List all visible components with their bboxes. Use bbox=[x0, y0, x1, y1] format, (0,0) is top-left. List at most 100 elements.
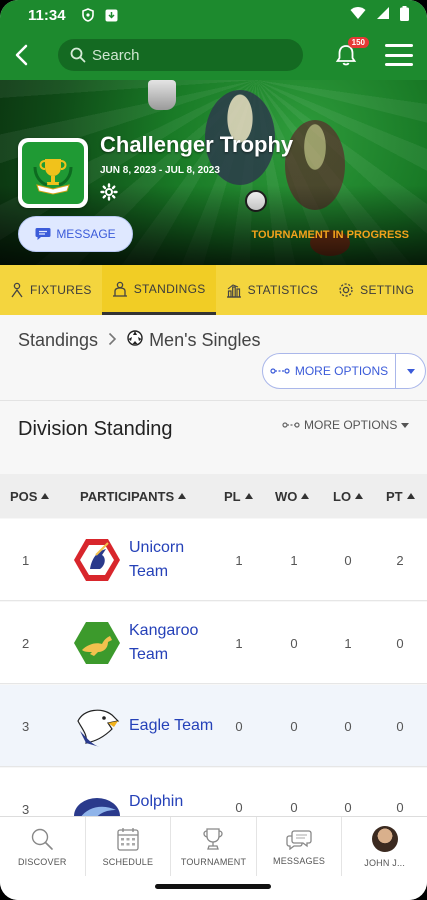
division-more-options-button[interactable]: MORE OPTIONS bbox=[282, 418, 410, 432]
trophy-icon bbox=[203, 827, 224, 850]
tournament-logo-emblem bbox=[22, 142, 84, 204]
chevron-right-icon bbox=[108, 330, 117, 351]
table-row[interactable]: 2 Kangaroo Team 1 0 1 0 bbox=[0, 602, 427, 684]
sort-up-icon bbox=[41, 493, 50, 499]
tournament-title: Challenger Trophy bbox=[100, 132, 294, 157]
sort-up-icon bbox=[301, 493, 310, 499]
nav-profile-label: JOHN J... bbox=[364, 857, 406, 868]
nav-messages-label: MESSAGES bbox=[273, 855, 326, 866]
section-divider bbox=[0, 400, 427, 401]
download-status-icon bbox=[104, 7, 120, 23]
tab-statistics[interactable]: STATISTICS bbox=[216, 265, 329, 315]
menu-line bbox=[385, 63, 413, 66]
tournament-tabs: FIXTURES STANDINGS STATISTICS SETTING bbox=[0, 265, 427, 315]
division-standing-title: Division Standing bbox=[18, 418, 173, 440]
tournament-dates: JUN 8, 2023 - JUL 8, 2023 bbox=[100, 165, 220, 176]
breadcrumb-current: Men's Singles bbox=[149, 330, 261, 350]
tournament-settings-button[interactable] bbox=[100, 183, 118, 201]
participant-cell: Eagle Team bbox=[72, 685, 219, 767]
points-value: 0 bbox=[396, 635, 404, 651]
won-value: 0 bbox=[290, 718, 298, 734]
link-icon bbox=[270, 368, 290, 374]
nav-tournament-label: TOURNAMENT bbox=[180, 856, 247, 867]
system-navigation-area bbox=[0, 876, 427, 900]
gear-icon bbox=[100, 183, 118, 201]
tab-fixtures[interactable]: FIXTURES bbox=[0, 265, 102, 315]
points-value: 2 bbox=[396, 552, 404, 568]
eagle-team-logo bbox=[72, 701, 122, 751]
banner-trophy-image bbox=[148, 80, 176, 110]
unicorn-team-logo bbox=[72, 535, 122, 585]
settings-gear-icon bbox=[339, 283, 353, 297]
avatar bbox=[371, 825, 398, 852]
participant-name-link[interactable]: Dolphin bbox=[129, 790, 219, 810]
back-button[interactable] bbox=[14, 37, 44, 73]
tournament-logo bbox=[18, 138, 88, 208]
nav-tournament[interactable]: TOURNAMENT bbox=[171, 817, 257, 876]
menu-line bbox=[385, 44, 413, 47]
column-header-label: LO bbox=[333, 488, 352, 504]
tab-settings[interactable]: SETTING bbox=[328, 265, 424, 315]
lost-value: 0 bbox=[344, 718, 352, 734]
tennis-ball-icon bbox=[127, 330, 143, 351]
notification-badge: 150 bbox=[347, 37, 369, 48]
caret-down-icon bbox=[406, 368, 415, 374]
column-header-label: WO bbox=[275, 488, 298, 504]
search-input[interactable] bbox=[92, 46, 272, 64]
link-icon bbox=[282, 422, 300, 428]
tournament-status: TOURNAMENT IN PROGRESS bbox=[251, 229, 409, 241]
table-row[interactable]: 1 Unicorn Team 1 1 0 2 bbox=[0, 519, 427, 601]
participant-name-link[interactable]: Kangaroo Team bbox=[129, 619, 219, 667]
home-indicator[interactable] bbox=[155, 884, 271, 889]
shield-status-icon bbox=[80, 7, 96, 23]
column-header-pos[interactable]: POS bbox=[10, 489, 70, 504]
participant-name-link[interactable]: Unicorn Team bbox=[129, 536, 219, 584]
nav-schedule[interactable]: SCHEDULE bbox=[86, 817, 172, 876]
column-header-participants[interactable]: PARTICIPANTS bbox=[80, 489, 210, 504]
column-header-label: POS bbox=[10, 488, 38, 504]
nav-profile[interactable]: JOHN J... bbox=[342, 817, 427, 876]
bottom-navigation: DISCOVER SCHEDULE TOURNAMENT MESSAGES JO… bbox=[0, 816, 427, 876]
column-header-label: PARTICIPANTS bbox=[80, 488, 175, 504]
message-button[interactable]: MESSAGE bbox=[18, 216, 133, 252]
sort-up-icon bbox=[355, 493, 364, 499]
trophy-crest-icon bbox=[33, 159, 73, 195]
won-value: 1 bbox=[290, 552, 298, 568]
sort-up-icon bbox=[178, 493, 187, 499]
played-value: 0 bbox=[235, 718, 243, 734]
nav-messages[interactable]: MESSAGES bbox=[257, 817, 343, 876]
messages-icon bbox=[286, 829, 312, 850]
nav-discover-label: DISCOVER bbox=[17, 856, 67, 867]
message-button-label: MESSAGE bbox=[56, 227, 116, 241]
division-more-options-label: MORE OPTIONS bbox=[304, 418, 398, 432]
participant-cell: Unicorn Team bbox=[72, 519, 219, 601]
column-header-wo[interactable]: WO bbox=[275, 489, 315, 504]
status-bar: 11:34 bbox=[0, 0, 427, 30]
tab-statistics-label: STATISTICS bbox=[247, 283, 319, 297]
tab-standings[interactable]: STANDINGS bbox=[101, 265, 216, 315]
notifications-button[interactable]: 150 bbox=[331, 37, 369, 70]
standings-table-header: POS PARTICIPANTS PL WO LO PT bbox=[0, 474, 427, 518]
caret-down-icon bbox=[401, 422, 410, 428]
more-options-dropdown-toggle[interactable] bbox=[396, 353, 426, 389]
signal-icon bbox=[376, 6, 390, 24]
fixtures-icon bbox=[11, 282, 23, 298]
wifi-icon bbox=[350, 6, 366, 24]
more-options-button[interactable]: MORE OPTIONS bbox=[262, 353, 396, 389]
hamburger-menu-button[interactable] bbox=[385, 44, 413, 66]
more-options-label: MORE OPTIONS bbox=[294, 364, 389, 378]
column-header-lo[interactable]: LO bbox=[333, 489, 373, 504]
participant-name-link[interactable]: Eagle Team bbox=[129, 714, 219, 738]
tab-settings-label: SETTING bbox=[360, 283, 415, 297]
battery-icon bbox=[400, 5, 409, 25]
points-value: 0 bbox=[396, 718, 404, 734]
nav-discover[interactable]: DISCOVER bbox=[0, 817, 86, 876]
column-header-pl[interactable]: PL bbox=[224, 489, 264, 504]
column-header-pt[interactable]: PT bbox=[386, 489, 426, 504]
table-row[interactable]: 3 Eagle Team 0 0 0 0 bbox=[0, 685, 427, 767]
participant-cell: Kangaroo Team bbox=[72, 602, 219, 684]
back-arrow-icon bbox=[15, 44, 28, 66]
app-screen: 11:34 150 bbox=[0, 0, 427, 900]
breadcrumb-root[interactable]: Standings bbox=[18, 330, 98, 351]
search-bar[interactable] bbox=[58, 39, 303, 71]
